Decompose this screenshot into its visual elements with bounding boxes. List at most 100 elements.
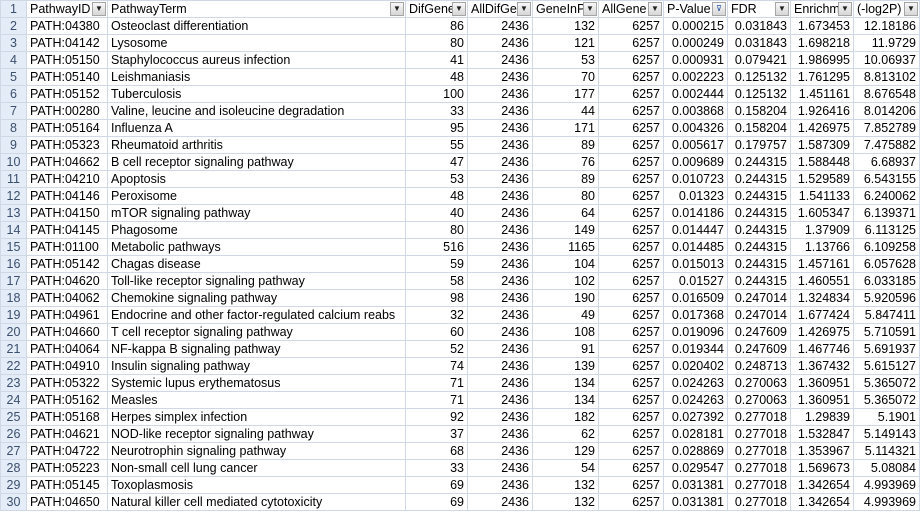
data-cell[interactable]: 2436 <box>467 255 533 273</box>
data-cell[interactable]: 69 <box>405 476 468 494</box>
data-cell[interactable]: 0.014186 <box>663 204 728 222</box>
data-cell[interactable]: 182 <box>532 408 599 426</box>
filter-dropdown-icon[interactable]: ▼ <box>775 2 789 16</box>
row-header[interactable]: 23 <box>0 374 27 392</box>
data-cell[interactable]: 1.13766 <box>790 238 854 256</box>
data-cell[interactable]: T cell receptor signaling pathway <box>107 323 406 341</box>
row-header[interactable]: 22 <box>0 357 27 375</box>
data-cell[interactable]: 0.158204 <box>727 102 791 120</box>
data-cell[interactable]: Insulin signaling pathway <box>107 357 406 375</box>
data-cell[interactable]: 7.475882 <box>853 136 920 154</box>
data-cell[interactable]: 64 <box>532 204 599 222</box>
data-cell[interactable]: 6257 <box>598 272 664 290</box>
row-header[interactable]: 2 <box>0 17 27 35</box>
data-cell[interactable]: PATH:04662 <box>26 153 108 171</box>
data-cell[interactable]: 1.324834 <box>790 289 854 307</box>
data-cell[interactable]: 0.277018 <box>727 476 791 494</box>
data-cell[interactable]: 6257 <box>598 391 664 409</box>
data-cell[interactable]: 0.277018 <box>727 459 791 477</box>
data-cell[interactable]: 6257 <box>598 425 664 443</box>
data-cell[interactable]: 6257 <box>598 357 664 375</box>
data-cell[interactable]: 5.920596 <box>853 289 920 307</box>
data-cell[interactable]: Peroxisome <box>107 187 406 205</box>
data-cell[interactable]: 5.08084 <box>853 459 920 477</box>
data-cell[interactable]: 48 <box>405 187 468 205</box>
row-header[interactable]: 15 <box>0 238 27 256</box>
data-cell[interactable]: 0.031843 <box>727 17 791 35</box>
data-cell[interactable]: 0.277018 <box>727 442 791 460</box>
data-cell[interactable]: Influenza A <box>107 119 406 137</box>
row-header[interactable]: 13 <box>0 204 27 222</box>
filter-dropdown-icon[interactable]: ▼ <box>583 2 597 16</box>
data-cell[interactable]: 0.244315 <box>727 204 791 222</box>
data-cell[interactable]: 2436 <box>467 442 533 460</box>
data-cell[interactable]: 6.68937 <box>853 153 920 171</box>
row-header[interactable]: 28 <box>0 459 27 477</box>
data-cell[interactable]: 149 <box>532 221 599 239</box>
data-cell[interactable]: 5.149143 <box>853 425 920 443</box>
data-cell[interactable]: 171 <box>532 119 599 137</box>
data-cell[interactable]: Lysosome <box>107 34 406 52</box>
data-cell[interactable]: PATH:04142 <box>26 34 108 52</box>
data-cell[interactable]: 1.37909 <box>790 221 854 239</box>
data-cell[interactable]: 102 <box>532 272 599 290</box>
data-cell[interactable]: 2436 <box>467 119 533 137</box>
data-cell[interactable]: 6257 <box>598 340 664 358</box>
data-cell[interactable]: 2436 <box>467 374 533 392</box>
data-cell[interactable]: 86 <box>405 17 468 35</box>
data-cell[interactable]: 1.673453 <box>790 17 854 35</box>
data-cell[interactable]: 134 <box>532 391 599 409</box>
data-cell[interactable]: 10.06937 <box>853 51 920 69</box>
data-cell[interactable]: 0.019344 <box>663 340 728 358</box>
data-cell[interactable]: 0.000249 <box>663 34 728 52</box>
row-header[interactable]: 20 <box>0 323 27 341</box>
data-cell[interactable]: 6257 <box>598 459 664 477</box>
data-cell[interactable]: 6257 <box>598 306 664 324</box>
data-cell[interactable]: 0.016509 <box>663 289 728 307</box>
data-cell[interactable]: 0.002223 <box>663 68 728 86</box>
data-cell[interactable]: 2436 <box>467 306 533 324</box>
row-header[interactable]: 4 <box>0 51 27 69</box>
row-header[interactable]: 6 <box>0 85 27 103</box>
data-cell[interactable]: 0.248713 <box>727 357 791 375</box>
data-cell[interactable]: 6257 <box>598 238 664 256</box>
row-header[interactable]: 10 <box>0 153 27 171</box>
data-cell[interactable]: 108 <box>532 323 599 341</box>
data-cell[interactable]: 134 <box>532 374 599 392</box>
data-cell[interactable]: 1.761295 <box>790 68 854 86</box>
data-cell[interactable]: 139 <box>532 357 599 375</box>
data-cell[interactable]: 5.114321 <box>853 442 920 460</box>
data-cell[interactable]: 0.031843 <box>727 34 791 52</box>
data-cell[interactable]: 2436 <box>467 476 533 494</box>
row-header[interactable]: 16 <box>0 255 27 273</box>
data-cell[interactable]: 5.365072 <box>853 374 920 392</box>
data-cell[interactable]: 2436 <box>467 68 533 86</box>
data-cell[interactable]: 1.426975 <box>790 119 854 137</box>
data-cell[interactable]: 59 <box>405 255 468 273</box>
data-cell[interactable]: PATH:05223 <box>26 459 108 477</box>
data-cell[interactable]: 6257 <box>598 119 664 137</box>
data-cell[interactable]: PATH:05150 <box>26 51 108 69</box>
data-cell[interactable]: 95 <box>405 119 468 137</box>
column-header-cell[interactable]: FDR ▼ <box>727 0 791 18</box>
data-cell[interactable]: 41 <box>405 51 468 69</box>
data-cell[interactable]: 33 <box>405 102 468 120</box>
data-cell[interactable]: 0.031381 <box>663 476 728 494</box>
data-cell[interactable]: 40 <box>405 204 468 222</box>
row-header[interactable]: 5 <box>0 68 27 86</box>
column-header-cell[interactable]: PathwayTerm ▼ <box>107 0 406 18</box>
data-cell[interactable]: 190 <box>532 289 599 307</box>
data-cell[interactable]: 0.125132 <box>727 85 791 103</box>
data-cell[interactable]: 0.014447 <box>663 221 728 239</box>
data-cell[interactable]: PATH:04910 <box>26 357 108 375</box>
data-cell[interactable]: Valine, leucine and isoleucine degradati… <box>107 102 406 120</box>
data-cell[interactable]: PATH:04722 <box>26 442 108 460</box>
data-cell[interactable]: Chemokine signaling pathway <box>107 289 406 307</box>
filter-dropdown-icon[interactable]: ▼ <box>838 2 852 16</box>
data-cell[interactable]: 0.179757 <box>727 136 791 154</box>
data-cell[interactable]: 2436 <box>467 391 533 409</box>
data-cell[interactable]: PATH:04210 <box>26 170 108 188</box>
data-cell[interactable]: 1.342654 <box>790 493 854 511</box>
row-header[interactable]: 18 <box>0 289 27 307</box>
data-cell[interactable]: 1.342654 <box>790 476 854 494</box>
